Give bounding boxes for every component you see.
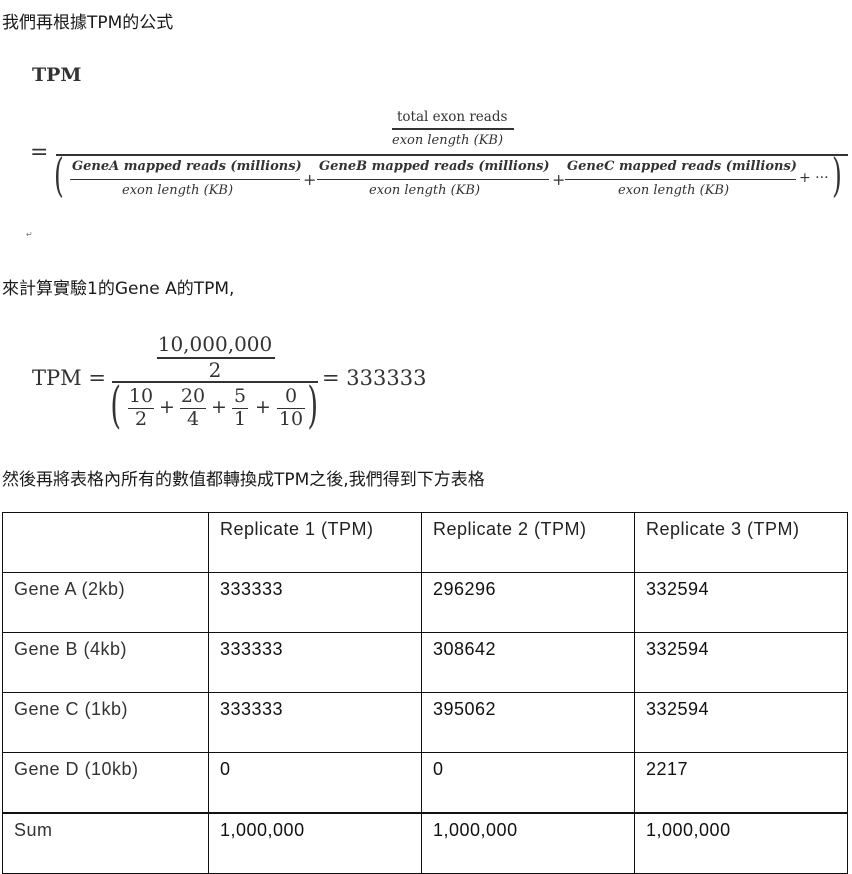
formula-term-b-denominator: exon length (KB) <box>369 183 481 198</box>
example-plus-1: + <box>159 396 175 418</box>
example-frac-3-denominator: 1 <box>233 408 247 430</box>
table-cell: 333333 <box>208 632 422 693</box>
table-cell: 1,000,000 <box>634 812 848 874</box>
formula-plus-1: + <box>303 170 317 189</box>
formula-right-paren: ) <box>832 148 842 202</box>
row-label: Gene A (2kb) <box>2 572 209 633</box>
formula-term-c-numerator: GeneC mapped reads (millions) <box>567 159 797 174</box>
formula-top-numerator: total exon reads <box>397 109 508 125</box>
example-frac-3-numerator: 5 <box>233 385 247 407</box>
example-frac-2-numerator: 20 <box>180 385 206 407</box>
table-header-cell: Replicate 2 (TPM) <box>421 512 635 573</box>
example-frac-4-numerator: 0 <box>284 385 298 407</box>
formula-main-bar <box>56 154 848 156</box>
formula-term-b-bar <box>317 179 549 180</box>
example-top-numerator: 10,000,000 <box>157 332 273 356</box>
formula-term-b-numerator: GeneB mapped reads (millions) <box>319 159 550 174</box>
formula-term-c-bar <box>565 179 796 180</box>
example-frac-1-denominator: 2 <box>134 408 148 430</box>
example-top-denominator: 2 <box>208 358 222 382</box>
example-plus-2: + <box>211 396 227 418</box>
example-lhs: TPM = <box>32 366 106 390</box>
table-cell: 1,000,000 <box>208 812 422 874</box>
formula-term-a-bar <box>70 179 300 180</box>
table-cell: 395062 <box>421 692 635 753</box>
table-cell: 332594 <box>634 572 848 633</box>
formula-ellipsis: + ··· <box>799 170 829 186</box>
table-header-cell <box>2 512 209 573</box>
row-label: Gene D (10kb) <box>2 752 209 814</box>
table-cell: 0 <box>208 752 422 814</box>
table-cell: 333333 <box>208 692 422 753</box>
table-row: Gene A (2kb) 333333 296296 332594 <box>2 572 848 633</box>
table-row: Gene C (1kb) 333333 395062 332594 <box>2 692 848 753</box>
table-cell: 296296 <box>421 572 635 633</box>
table-header-row: Replicate 1 (TPM) Replicate 2 (TPM) Repl… <box>2 512 848 573</box>
table-cell: 308642 <box>421 632 635 693</box>
formula-term-c-denominator: exon length (KB) <box>618 183 730 198</box>
table-cell: 333333 <box>208 572 422 633</box>
example-main-bar <box>112 381 318 383</box>
formula-lhs: TPM <box>32 64 82 86</box>
row-label: Gene B (4kb) <box>2 632 209 693</box>
formula-left-paren: ( <box>54 148 64 202</box>
table-header-cell: Replicate 1 (TPM) <box>208 512 422 573</box>
example-frac-1-numerator: 10 <box>128 385 154 407</box>
example-frac-4-denominator: 10 <box>278 408 304 430</box>
example-plus-3: + <box>255 396 271 418</box>
formula-plus-2: + <box>552 170 566 189</box>
row-label: Gene C (1kb) <box>2 692 209 753</box>
table-cell: 332594 <box>634 632 848 693</box>
table-cell: 2217 <box>634 752 848 814</box>
example-frac-2-denominator: 4 <box>186 408 200 430</box>
formula-top-inner-bar <box>392 128 514 130</box>
calc-text: 來計算實驗1的Gene A的TPM, <box>2 279 235 299</box>
example-left-paren: ( <box>110 376 122 434</box>
table-row: Gene B (4kb) 333333 308642 332594 <box>2 632 848 693</box>
formula-term-a-denominator: exon length (KB) <box>122 183 234 198</box>
table-cell: 0 <box>421 752 635 814</box>
table-row: Gene D (10kb) 0 0 2217 <box>2 752 848 814</box>
table-header-cell: Replicate 3 (TPM) <box>634 512 848 573</box>
example-right-paren: ) <box>307 376 319 434</box>
formula-top-denominator: exon length (KB) <box>392 133 504 148</box>
formula-equals: = <box>30 140 49 165</box>
formula-term-a-numerator: GeneA mapped reads (millions) <box>72 159 302 174</box>
paragraph-mark: ↵ <box>26 230 33 239</box>
table-sum-row: Sum 1,000,000 1,000,000 1,000,000 <box>2 812 848 874</box>
table-cell: 332594 <box>634 692 848 753</box>
row-label: Sum <box>2 812 209 874</box>
example-result: = 333333 <box>322 366 427 390</box>
table-cell: 1,000,000 <box>421 812 635 874</box>
intro-text: 我們再根據TPM的公式 <box>2 13 174 33</box>
tpm-table: Replicate 1 (TPM) Replicate 2 (TPM) Repl… <box>2 512 848 874</box>
after-text: 然後再將表格內所有的數值都轉換成TPM之後,我們得到下方表格 <box>2 470 485 490</box>
